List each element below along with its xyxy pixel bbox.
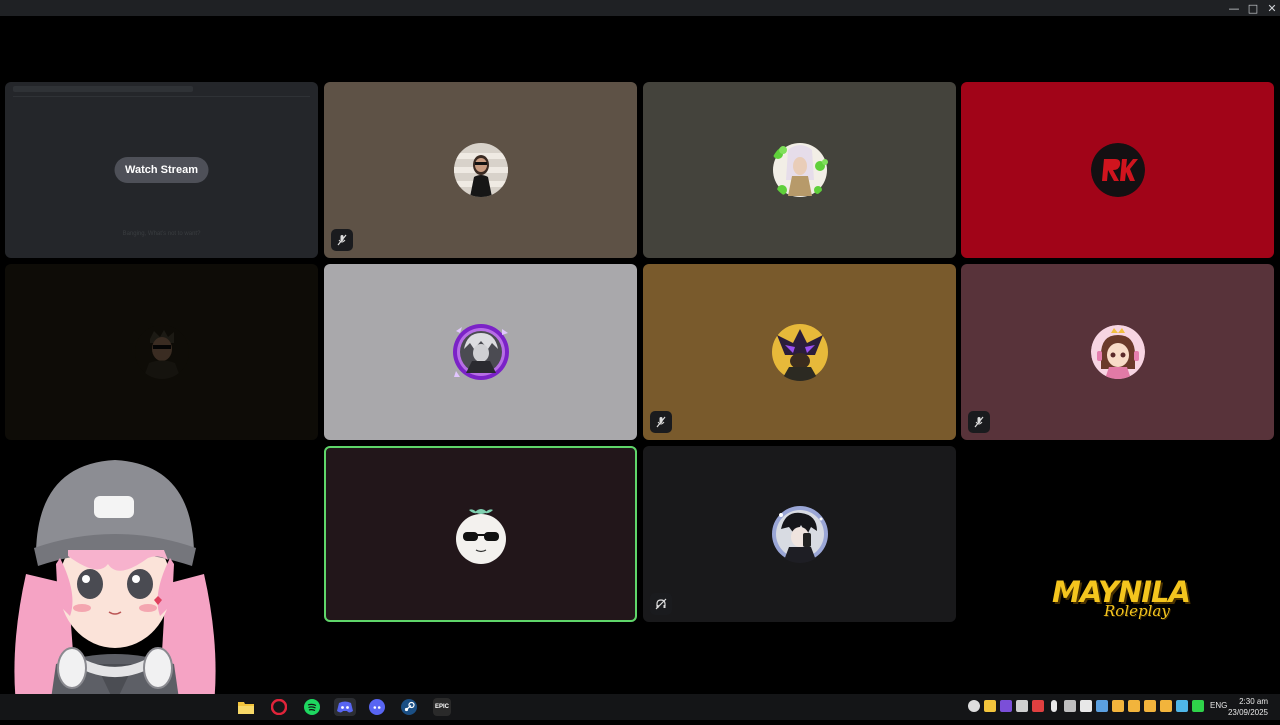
anime-boy-phone-avatar-icon (771, 506, 828, 563)
clock[interactable]: 2:30 am 23/09/2025 (1228, 696, 1268, 718)
clock-date: 23/09/2025 (1227, 708, 1268, 717)
masked-character-avatar-icon (771, 324, 828, 381)
avatar (452, 323, 510, 381)
avatar (770, 140, 830, 200)
stream-preview-divider (13, 96, 310, 97)
avatar (134, 325, 189, 379)
window-title-bar: — □ ✕ (0, 0, 1280, 16)
avatar (453, 504, 509, 564)
mic-muted-icon (656, 416, 666, 428)
file-explorer-icon[interactable] (237, 698, 255, 716)
discord-icon[interactable] (334, 698, 356, 716)
discord-alt-icon[interactable] (368, 698, 386, 716)
tray-app-icon[interactable] (1128, 700, 1140, 712)
network-globe-icon[interactable] (968, 700, 980, 712)
tray-app-icon[interactable] (1016, 700, 1028, 712)
avatar (1090, 325, 1145, 379)
participant-tile[interactable] (961, 82, 1274, 258)
participant-tile[interactable] (324, 264, 637, 440)
mute-indicator (968, 411, 990, 433)
avatar (771, 323, 829, 381)
mic-muted-icon (337, 234, 347, 246)
participant-tile[interactable] (643, 82, 956, 258)
epic-games-icon[interactable]: EPIC (433, 698, 451, 716)
stream-caption: Banging, What's not to want? (122, 231, 201, 237)
mute-indicator (650, 411, 672, 433)
close-button[interactable]: ✕ (1262, 1, 1280, 15)
tray-app-icon[interactable] (1160, 700, 1172, 712)
clock-time: 2:30 am (1239, 697, 1268, 706)
microphone-icon[interactable] (1051, 700, 1057, 712)
mute-indicator (331, 229, 353, 251)
deafen-indicator (650, 593, 672, 615)
spotify-icon[interactable] (303, 698, 321, 716)
tray-app-icon[interactable] (1192, 700, 1204, 712)
clover-character-avatar-icon (772, 143, 828, 197)
man-sunglasses-avatar-icon (134, 325, 189, 379)
vtuber-avatar-overlay (8, 454, 222, 720)
tray-app-icon[interactable] (1096, 700, 1108, 712)
minimize-button[interactable]: — (1224, 1, 1244, 15)
participant-tile[interactable] (643, 446, 956, 622)
tray-app-icon[interactable] (1000, 700, 1012, 712)
maynila-roleplay-logo: MAYNILA Roleplay (1052, 573, 1228, 629)
logo-sub-text: Roleplay (1104, 602, 1170, 620)
rk-logo-avatar-icon (1090, 143, 1145, 197)
avatar (453, 143, 508, 197)
headphones-muted-icon (655, 598, 667, 610)
stream-tile[interactable]: Watch Stream Banging, What's not to want… (5, 82, 318, 258)
steam-icon[interactable] (400, 698, 418, 716)
taskbar: EPIC ENG 2:30 am 23/09/2025 (0, 694, 1280, 720)
avatar (1090, 143, 1145, 197)
participant-tile[interactable] (324, 82, 637, 258)
vtuber-character-icon (14, 460, 216, 720)
mic-muted-icon (974, 416, 984, 428)
watch-stream-button[interactable]: Watch Stream (114, 157, 209, 183)
avatar (771, 505, 829, 563)
tray-app-icon[interactable] (1032, 700, 1044, 712)
volume-icon[interactable] (1080, 700, 1092, 712)
opera-icon[interactable] (270, 698, 288, 716)
tray-app-icon[interactable] (1176, 700, 1188, 712)
mochi-sunglasses-avatar-icon (455, 509, 506, 564)
anime-girl-crown-avatar-icon (1090, 325, 1145, 379)
maximize-button[interactable]: □ (1243, 1, 1263, 15)
tray-app-icon[interactable] (1144, 700, 1156, 712)
stream-preview-bar (13, 86, 193, 92)
participant-tile[interactable] (643, 264, 956, 440)
participant-tile[interactable] (5, 264, 318, 440)
tray-app-icon[interactable] (1112, 700, 1124, 712)
tray-app-icon[interactable] (1064, 700, 1076, 712)
participant-tile[interactable] (961, 264, 1274, 440)
participant-tile-speaking[interactable] (324, 446, 637, 622)
woman-sunglasses-avatar-icon (453, 143, 508, 197)
tray-app-icon[interactable] (984, 700, 996, 712)
purple-glow-character-avatar-icon (452, 324, 509, 380)
language-indicator[interactable]: ENG (1210, 701, 1227, 710)
